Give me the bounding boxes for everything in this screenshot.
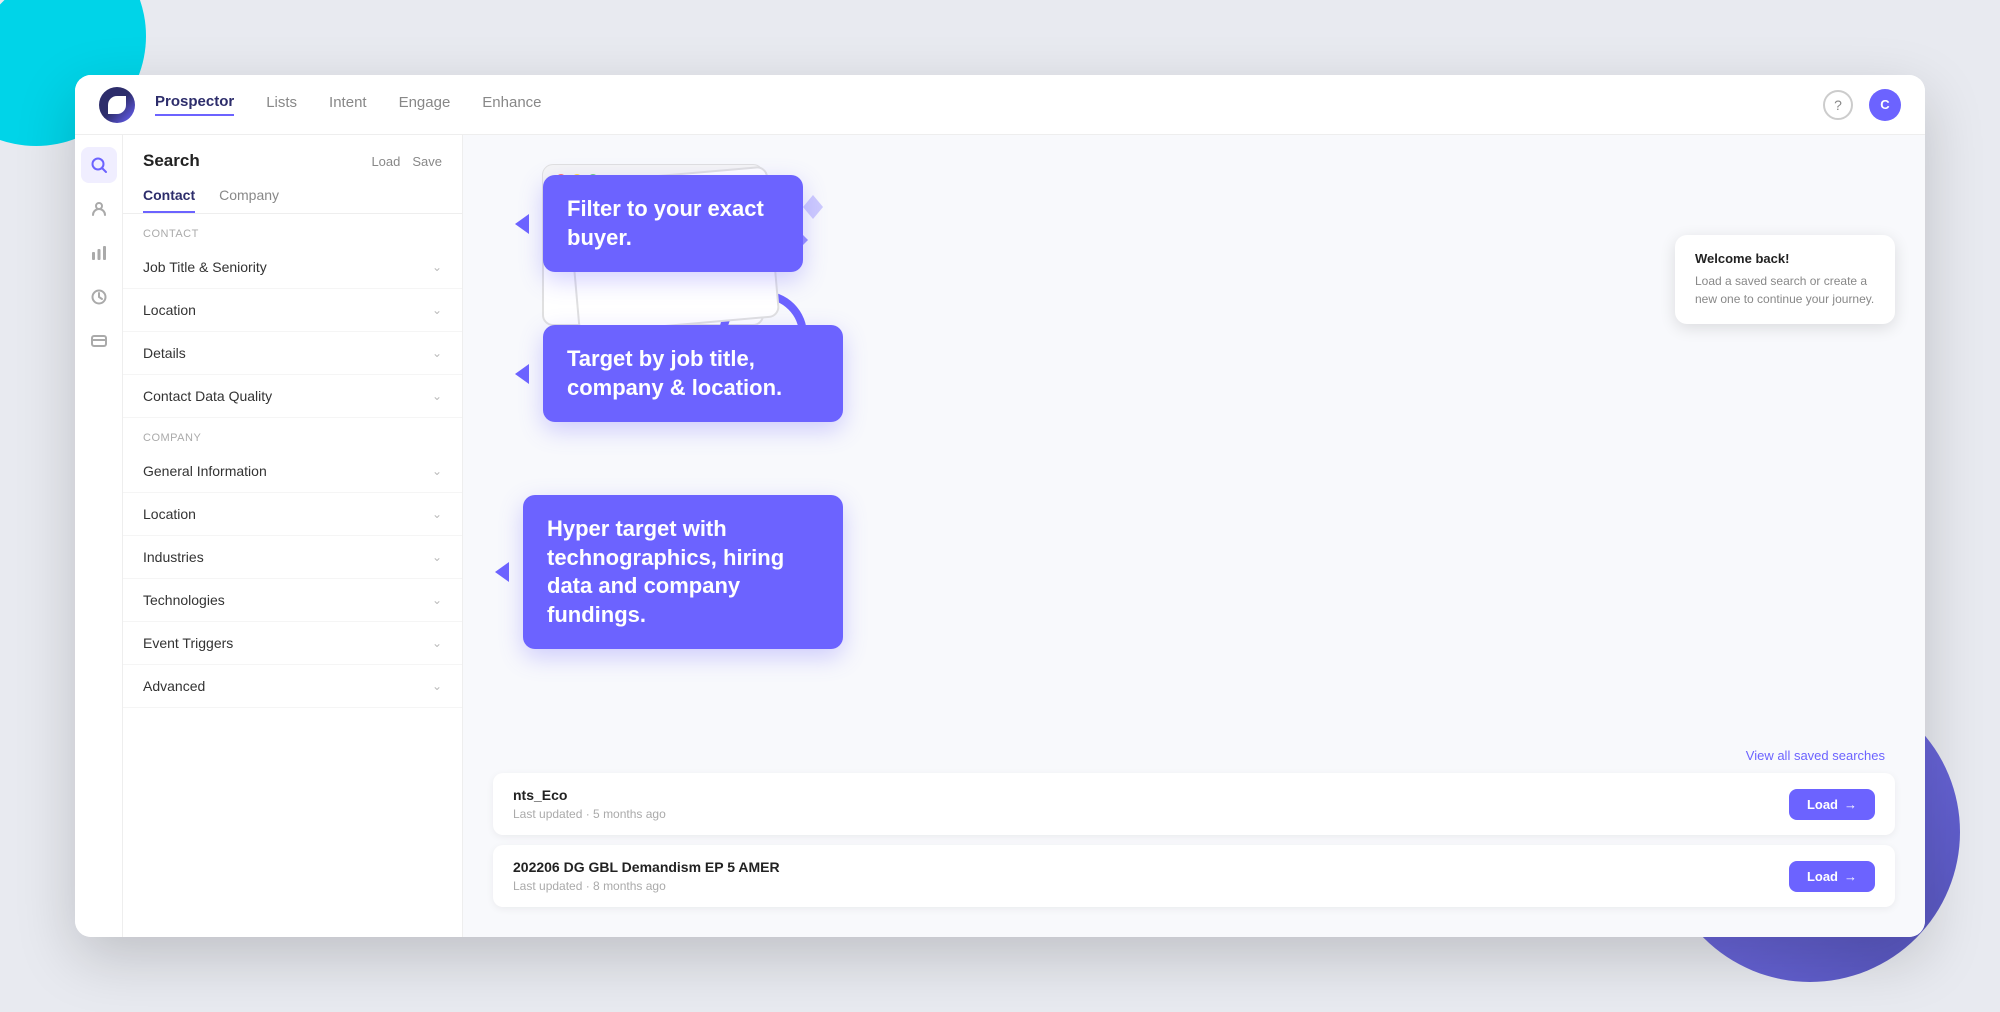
filter-label-advanced: Advanced	[143, 678, 205, 694]
main-content: Filter to your exact buyer. Target by jo…	[463, 135, 1925, 937]
chevron-location-company: ⌄	[432, 507, 442, 521]
tab-contact[interactable]: Contact	[143, 179, 195, 213]
chevron-details: ⌄	[432, 346, 442, 360]
logo	[99, 87, 135, 123]
chevron-job-title: ⌄	[432, 260, 442, 274]
sidebar-icon-card[interactable]	[81, 323, 117, 359]
view-all-saved-searches[interactable]: View all saved searches	[1746, 748, 1885, 763]
nav-item-prospector[interactable]: Prospector	[155, 93, 234, 116]
filter-label-event-triggers: Event Triggers	[143, 635, 233, 651]
load-filter-button[interactable]: Load	[371, 154, 400, 169]
arrow-icon-0: →	[1844, 797, 1857, 812]
filter-label-contact-data-quality: Contact Data Quality	[143, 388, 272, 404]
nav-item-lists[interactable]: Lists	[266, 94, 297, 115]
nav-right: ? C	[1823, 89, 1901, 121]
filter-item-details[interactable]: Details ⌄	[123, 332, 462, 375]
welcome-card-title: Welcome back!	[1695, 251, 1875, 266]
filter-panel: Search Load Save Contact Company Contact…	[123, 135, 463, 937]
filter-tabs: Contact Company	[123, 179, 462, 214]
nav-item-intent[interactable]: Intent	[329, 94, 367, 115]
chevron-event-triggers: ⌄	[432, 636, 442, 650]
filter-item-technologies[interactable]: Technologies ⌄	[123, 579, 462, 622]
tooltip1-arrow	[515, 214, 529, 234]
chevron-location-contact: ⌄	[432, 303, 442, 317]
nav-item-enhance[interactable]: Enhance	[482, 94, 541, 115]
chevron-technologies: ⌄	[432, 593, 442, 607]
sidebar-icon-search[interactable]	[81, 147, 117, 183]
body-area: Search Load Save Contact Company Contact…	[75, 135, 1925, 937]
filter-item-event-triggers[interactable]: Event Triggers ⌄	[123, 622, 462, 665]
welcome-card-text: Load a saved search or create a new one …	[1695, 272, 1875, 308]
tooltip-hyper-target: Hyper target with technographics, hiring…	[523, 495, 843, 649]
filter-item-industries[interactable]: Industries ⌄	[123, 536, 462, 579]
chevron-general-information: ⌄	[432, 464, 442, 478]
filter-actions: Load Save	[371, 154, 442, 169]
top-nav: Prospector Lists Intent Engage Enhance ?…	[75, 75, 1925, 135]
filter-label-details: Details	[143, 345, 186, 361]
filter-item-contact-data-quality[interactable]: Contact Data Quality ⌄	[123, 375, 462, 418]
filter-label-technologies: Technologies	[143, 592, 225, 608]
load-search-button-1[interactable]: Load →	[1789, 861, 1875, 892]
search-card-1: 202206 DG GBL Demandism EP 5 AMER Last u…	[493, 845, 1895, 907]
search-card-info-1: 202206 DG GBL Demandism EP 5 AMER Last u…	[513, 859, 780, 893]
sidebar-icon-chart[interactable]	[81, 235, 117, 271]
filter-label-job-title: Job Title & Seniority	[143, 259, 267, 275]
chevron-contact-data-quality: ⌄	[432, 389, 442, 403]
filter-label-location-contact: Location	[143, 302, 196, 318]
saved-searches: View all saved searches nts_Eco Last upd…	[493, 748, 1895, 917]
tooltip2-arrow	[515, 364, 529, 384]
filter-item-location-company[interactable]: Location ⌄	[123, 493, 462, 536]
filter-title: Search	[143, 151, 200, 171]
company-section-label: Company	[123, 418, 462, 450]
tooltip-target-job: Target by job title, company & location.	[543, 325, 843, 422]
tooltip3-arrow	[495, 562, 509, 582]
contact-section-label: Contact	[123, 214, 462, 246]
sidebar-icon-history[interactable]	[81, 279, 117, 315]
tooltip-filter-buyer: Filter to your exact buyer.	[543, 175, 803, 272]
icon-sidebar	[75, 135, 123, 937]
logo-inner	[108, 96, 126, 114]
arrow-icon-1: →	[1844, 869, 1857, 884]
search-card-meta-1: Last updated · 8 months ago	[513, 879, 780, 893]
save-filter-button[interactable]: Save	[412, 154, 442, 169]
filter-header: Search Load Save	[123, 135, 462, 179]
filter-item-advanced[interactable]: Advanced ⌄	[123, 665, 462, 708]
search-card-meta-0: Last updated · 5 months ago	[513, 807, 666, 821]
nav-item-engage[interactable]: Engage	[399, 94, 451, 115]
filter-label-location-company: Location	[143, 506, 196, 522]
search-card-info-0: nts_Eco Last updated · 5 months ago	[513, 787, 666, 821]
main-window: Prospector Lists Intent Engage Enhance ?…	[75, 75, 1925, 937]
chevron-industries: ⌄	[432, 550, 442, 564]
filter-item-job-title[interactable]: Job Title & Seniority ⌄	[123, 246, 462, 289]
help-button[interactable]: ?	[1823, 90, 1853, 120]
welcome-card: Welcome back! Load a saved search or cre…	[1675, 235, 1895, 324]
filter-label-general-information: General Information	[143, 463, 267, 479]
saved-searches-header: View all saved searches	[493, 748, 1895, 763]
filter-item-location-contact[interactable]: Location ⌄	[123, 289, 462, 332]
nav-items: Prospector Lists Intent Engage Enhance	[155, 93, 1823, 116]
search-card-name-0: nts_Eco	[513, 787, 666, 803]
search-card-0: nts_Eco Last updated · 5 months ago Load…	[493, 773, 1895, 835]
sidebar-icon-person[interactable]	[81, 191, 117, 227]
filter-label-industries: Industries	[143, 549, 204, 565]
chevron-advanced: ⌄	[432, 679, 442, 693]
tab-company[interactable]: Company	[219, 179, 279, 213]
search-card-name-1: 202206 DG GBL Demandism EP 5 AMER	[513, 859, 780, 875]
filter-item-general-information[interactable]: General Information ⌄	[123, 450, 462, 493]
load-search-button-0[interactable]: Load →	[1789, 789, 1875, 820]
avatar[interactable]: C	[1869, 89, 1901, 121]
